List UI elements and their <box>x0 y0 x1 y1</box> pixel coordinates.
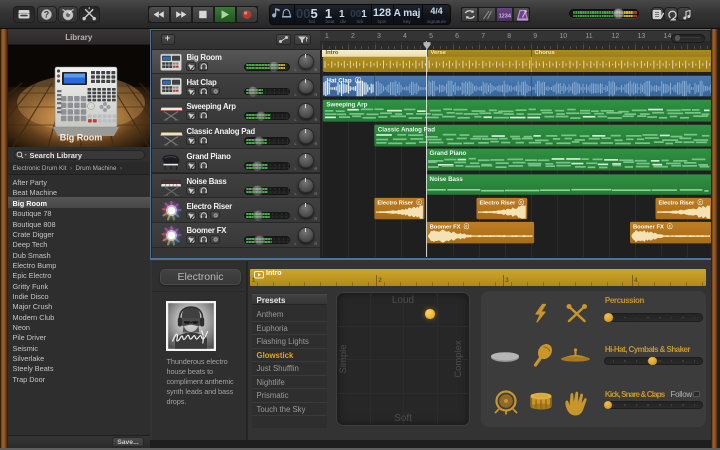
svg-text:Sweeping Arp: Sweeping Arp <box>326 101 367 108</box>
svg-text:Simple: Simple <box>338 344 349 373</box>
svg-text:Boomer FX ⓒ: Boomer FX ⓒ <box>429 223 469 231</box>
svg-text:Noise Bass: Noise Bass <box>429 176 463 183</box>
svg-text:Boomer FX ⓒ: Boomer FX ⓒ <box>633 223 673 231</box>
svg-text:Big Room: Big Room <box>59 133 102 143</box>
svg-text:Hat Clap ⓒ: Hat Clap ⓒ <box>326 76 362 84</box>
svg-text:?: ? <box>44 9 50 19</box>
svg-text:1234: 1234 <box>499 13 512 19</box>
svg-text:Electro Riser ⓒ: Electro Riser ⓒ <box>479 199 524 207</box>
svg-text:Electro Riser ⓒ: Electro Riser ⓒ <box>658 199 703 207</box>
svg-text:Grand Piano: Grand Piano <box>429 150 466 157</box>
svg-text:Electro Riser ⓒ: Electro Riser ⓒ <box>377 199 422 207</box>
svg-text:Complex: Complex <box>453 340 464 378</box>
